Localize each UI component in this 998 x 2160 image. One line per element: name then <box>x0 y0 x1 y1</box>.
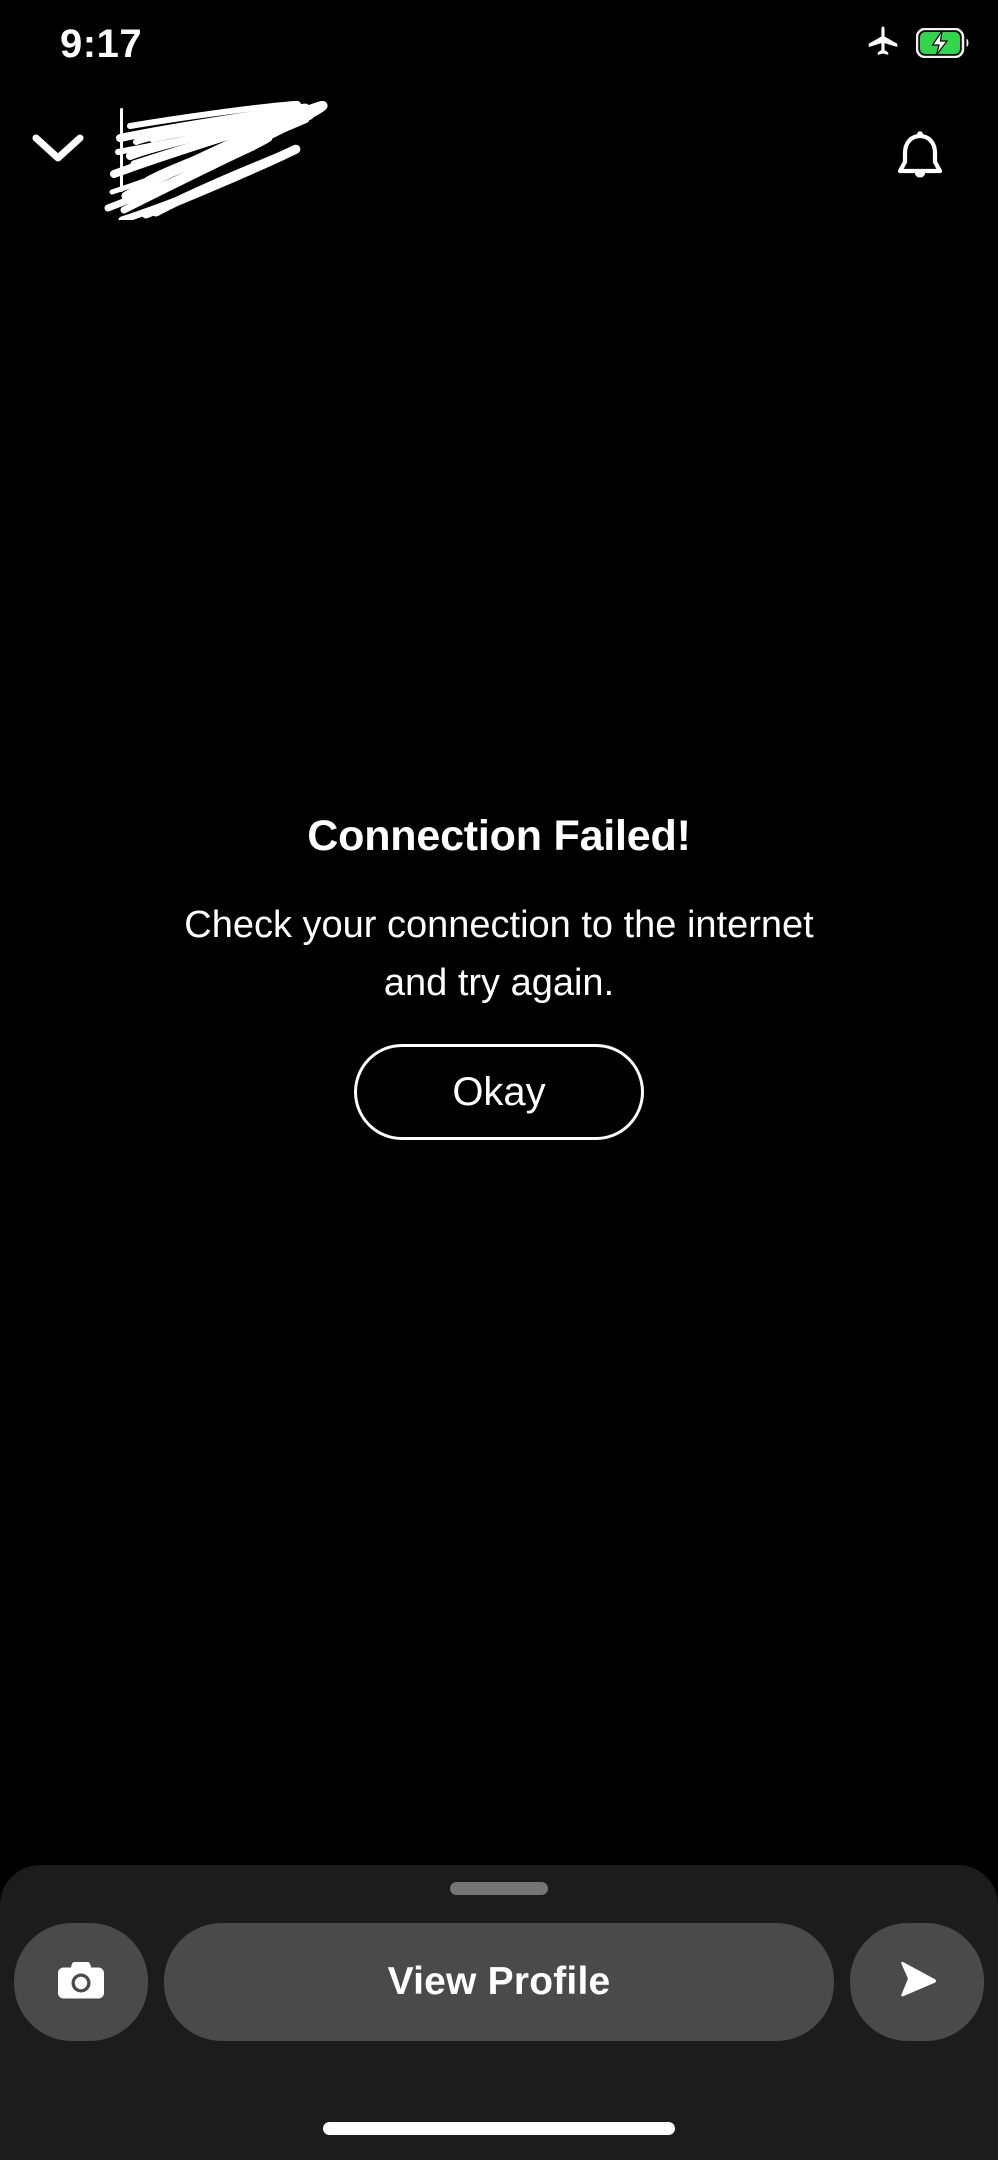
camera-button[interactable] <box>14 1923 148 2041</box>
bottom-action-sheet: View Profile <box>0 1865 998 2160</box>
status-bar: 9:17 <box>0 0 998 88</box>
airplane-mode-icon <box>864 24 902 62</box>
status-bar-indicators <box>864 24 972 62</box>
send-arrow-icon <box>891 1957 943 2008</box>
send-button[interactable] <box>850 1923 984 2041</box>
action-button-row: View Profile <box>0 1917 998 2047</box>
app-screen: 9:17 Connection Failed! Check your conne… <box>0 0 998 2160</box>
camera-icon <box>57 1959 105 2006</box>
scribble-redaction <box>78 80 408 224</box>
dialog-message: Check your connection to the internet an… <box>184 904 814 1004</box>
status-bar-clock: 9:17 <box>60 22 143 66</box>
view-profile-button[interactable]: View Profile <box>164 1923 834 2041</box>
home-indicator <box>323 2122 675 2135</box>
bell-icon[interactable] <box>872 110 968 206</box>
top-navigation-bar <box>0 88 998 224</box>
okay-button[interactable]: Okay <box>354 1044 644 1140</box>
nav-divider <box>120 108 123 192</box>
battery-charging-icon <box>916 28 972 58</box>
chevron-down-icon[interactable] <box>26 116 90 180</box>
sheet-drag-handle[interactable] <box>450 1882 548 1895</box>
connection-error-dialog: Connection Failed! Check your connection… <box>0 810 998 1140</box>
dialog-title: Connection Failed! <box>307 812 691 860</box>
